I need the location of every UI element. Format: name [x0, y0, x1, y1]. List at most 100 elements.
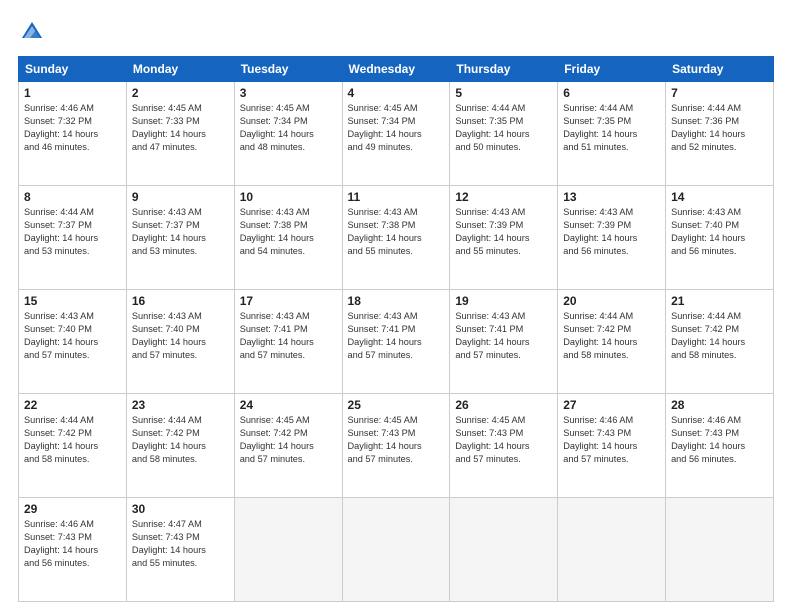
- calendar-cell: [342, 498, 450, 602]
- day-info: Sunrise: 4:45 AM Sunset: 7:34 PM Dayligh…: [240, 102, 337, 154]
- day-info: Sunrise: 4:43 AM Sunset: 7:40 PM Dayligh…: [24, 310, 121, 362]
- calendar-cell: [450, 498, 558, 602]
- day-number: 25: [348, 398, 445, 412]
- calendar-header-friday: Friday: [558, 57, 666, 82]
- calendar-cell: 21 Sunrise: 4:44 AM Sunset: 7:42 PM Dayli…: [666, 290, 774, 394]
- header: [18, 18, 774, 46]
- day-info: Sunrise: 4:43 AM Sunset: 7:40 PM Dayligh…: [132, 310, 229, 362]
- day-number: 27: [563, 398, 660, 412]
- day-info: Sunrise: 4:43 AM Sunset: 7:39 PM Dayligh…: [455, 206, 552, 258]
- calendar-cell: 5Sunrise: 4:44 AM Sunset: 7:35 PM Daylig…: [450, 82, 558, 186]
- calendar-cell: 14 Sunrise: 4:43 AM Sunset: 7:40 PM Dayli…: [666, 186, 774, 290]
- calendar-cell: 10 Sunrise: 4:43 AM Sunset: 7:38 PM Dayli…: [234, 186, 342, 290]
- day-info: Sunrise: 4:46 AM Sunset: 7:43 PM Dayligh…: [563, 414, 660, 466]
- day-info: Sunrise: 4:45 AM Sunset: 7:43 PM Dayligh…: [455, 414, 552, 466]
- calendar-cell: 30 Sunrise: 4:47 AM Sunset: 7:43 PM Dayli…: [126, 498, 234, 602]
- day-info: Sunrise: 4:46 AM Sunset: 7:43 PM Dayligh…: [24, 518, 121, 570]
- day-number: 5: [455, 86, 552, 100]
- day-number: 9: [132, 190, 229, 204]
- day-info: Sunrise: 4:45 AM Sunset: 7:43 PM Dayligh…: [348, 414, 445, 466]
- day-info: Sunrise: 4:44 AM Sunset: 7:35 PM Dayligh…: [563, 102, 660, 154]
- calendar-week-row: 8 Sunrise: 4:44 AM Sunset: 7:37 PM Daylig…: [19, 186, 774, 290]
- day-number: 24: [240, 398, 337, 412]
- calendar-cell: 18 Sunrise: 4:43 AM Sunset: 7:41 PM Dayli…: [342, 290, 450, 394]
- day-info: Sunrise: 4:46 AM Sunset: 7:32 PM Dayligh…: [24, 102, 121, 154]
- day-number: 29: [24, 502, 121, 516]
- day-number: 10: [240, 190, 337, 204]
- day-info: Sunrise: 4:44 AM Sunset: 7:42 PM Dayligh…: [671, 310, 768, 362]
- calendar-cell: 28Sunrise: 4:46 AM Sunset: 7:43 PM Dayli…: [666, 394, 774, 498]
- calendar-header-saturday: Saturday: [666, 57, 774, 82]
- calendar-cell: 29 Sunrise: 4:46 AM Sunset: 7:43 PM Dayli…: [19, 498, 127, 602]
- calendar-page: SundayMondayTuesdayWednesdayThursdayFrid…: [0, 0, 792, 612]
- day-number: 16: [132, 294, 229, 308]
- calendar-cell: 20 Sunrise: 4:44 AM Sunset: 7:42 PM Dayli…: [558, 290, 666, 394]
- day-info: Sunrise: 4:44 AM Sunset: 7:36 PM Dayligh…: [671, 102, 768, 154]
- calendar-cell: [558, 498, 666, 602]
- day-info: Sunrise: 4:43 AM Sunset: 7:41 PM Dayligh…: [240, 310, 337, 362]
- calendar-header-monday: Monday: [126, 57, 234, 82]
- day-info: Sunrise: 4:46 AM Sunset: 7:43 PM Dayligh…: [671, 414, 768, 466]
- calendar-cell: 25 Sunrise: 4:45 AM Sunset: 7:43 PM Dayli…: [342, 394, 450, 498]
- calendar-cell: [234, 498, 342, 602]
- day-info: Sunrise: 4:45 AM Sunset: 7:33 PM Dayligh…: [132, 102, 229, 154]
- day-info: Sunrise: 4:45 AM Sunset: 7:34 PM Dayligh…: [348, 102, 445, 154]
- calendar-cell: 6 Sunrise: 4:44 AM Sunset: 7:35 PM Daylig…: [558, 82, 666, 186]
- day-number: 26: [455, 398, 552, 412]
- calendar-cell: 1Sunrise: 4:46 AM Sunset: 7:32 PM Daylig…: [19, 82, 127, 186]
- calendar-cell: 15 Sunrise: 4:43 AM Sunset: 7:40 PM Dayli…: [19, 290, 127, 394]
- calendar-cell: 19 Sunrise: 4:43 AM Sunset: 7:41 PM Dayli…: [450, 290, 558, 394]
- calendar-header-row: SundayMondayTuesdayWednesdayThursdayFrid…: [19, 57, 774, 82]
- day-number: 6: [563, 86, 660, 100]
- day-number: 17: [240, 294, 337, 308]
- calendar-cell: 22Sunrise: 4:44 AM Sunset: 7:42 PM Dayli…: [19, 394, 127, 498]
- day-number: 19: [455, 294, 552, 308]
- calendar-header-thursday: Thursday: [450, 57, 558, 82]
- calendar-cell: 3 Sunrise: 4:45 AM Sunset: 7:34 PM Daylig…: [234, 82, 342, 186]
- calendar-header-sunday: Sunday: [19, 57, 127, 82]
- day-info: Sunrise: 4:44 AM Sunset: 7:42 PM Dayligh…: [563, 310, 660, 362]
- day-number: 23: [132, 398, 229, 412]
- calendar-week-row: 22Sunrise: 4:44 AM Sunset: 7:42 PM Dayli…: [19, 394, 774, 498]
- day-info: Sunrise: 4:47 AM Sunset: 7:43 PM Dayligh…: [132, 518, 229, 570]
- day-number: 7: [671, 86, 768, 100]
- day-number: 22: [24, 398, 121, 412]
- calendar-header-tuesday: Tuesday: [234, 57, 342, 82]
- day-info: Sunrise: 4:44 AM Sunset: 7:37 PM Dayligh…: [24, 206, 121, 258]
- day-info: Sunrise: 4:43 AM Sunset: 7:41 PM Dayligh…: [348, 310, 445, 362]
- day-info: Sunrise: 4:43 AM Sunset: 7:38 PM Dayligh…: [348, 206, 445, 258]
- calendar-week-row: 1Sunrise: 4:46 AM Sunset: 7:32 PM Daylig…: [19, 82, 774, 186]
- day-number: 21: [671, 294, 768, 308]
- calendar-week-row: 29 Sunrise: 4:46 AM Sunset: 7:43 PM Dayli…: [19, 498, 774, 602]
- logo: [18, 18, 50, 46]
- calendar-cell: 2Sunrise: 4:45 AM Sunset: 7:33 PM Daylig…: [126, 82, 234, 186]
- calendar-cell: 27 Sunrise: 4:46 AM Sunset: 7:43 PM Dayli…: [558, 394, 666, 498]
- day-number: 18: [348, 294, 445, 308]
- day-number: 3: [240, 86, 337, 100]
- day-number: 13: [563, 190, 660, 204]
- calendar-cell: 26 Sunrise: 4:45 AM Sunset: 7:43 PM Dayli…: [450, 394, 558, 498]
- calendar-cell: 9Sunrise: 4:43 AM Sunset: 7:37 PM Daylig…: [126, 186, 234, 290]
- calendar-header-wednesday: Wednesday: [342, 57, 450, 82]
- day-number: 30: [132, 502, 229, 516]
- day-info: Sunrise: 4:43 AM Sunset: 7:41 PM Dayligh…: [455, 310, 552, 362]
- day-number: 4: [348, 86, 445, 100]
- day-info: Sunrise: 4:43 AM Sunset: 7:39 PM Dayligh…: [563, 206, 660, 258]
- day-number: 12: [455, 190, 552, 204]
- calendar-cell: 24Sunrise: 4:45 AM Sunset: 7:42 PM Dayli…: [234, 394, 342, 498]
- day-number: 8: [24, 190, 121, 204]
- calendar-cell: 17 Sunrise: 4:43 AM Sunset: 7:41 PM Dayli…: [234, 290, 342, 394]
- calendar-cell: 12 Sunrise: 4:43 AM Sunset: 7:39 PM Dayli…: [450, 186, 558, 290]
- calendar-table: SundayMondayTuesdayWednesdayThursdayFrid…: [18, 56, 774, 602]
- calendar-cell: 7 Sunrise: 4:44 AM Sunset: 7:36 PM Daylig…: [666, 82, 774, 186]
- day-info: Sunrise: 4:43 AM Sunset: 7:40 PM Dayligh…: [671, 206, 768, 258]
- day-info: Sunrise: 4:43 AM Sunset: 7:38 PM Dayligh…: [240, 206, 337, 258]
- day-number: 20: [563, 294, 660, 308]
- day-number: 15: [24, 294, 121, 308]
- calendar-cell: 23Sunrise: 4:44 AM Sunset: 7:42 PM Dayli…: [126, 394, 234, 498]
- day-number: 14: [671, 190, 768, 204]
- calendar-cell: 4 Sunrise: 4:45 AM Sunset: 7:34 PM Daylig…: [342, 82, 450, 186]
- calendar-cell: 11Sunrise: 4:43 AM Sunset: 7:38 PM Dayli…: [342, 186, 450, 290]
- calendar-cell: [666, 498, 774, 602]
- calendar-cell: 16 Sunrise: 4:43 AM Sunset: 7:40 PM Dayli…: [126, 290, 234, 394]
